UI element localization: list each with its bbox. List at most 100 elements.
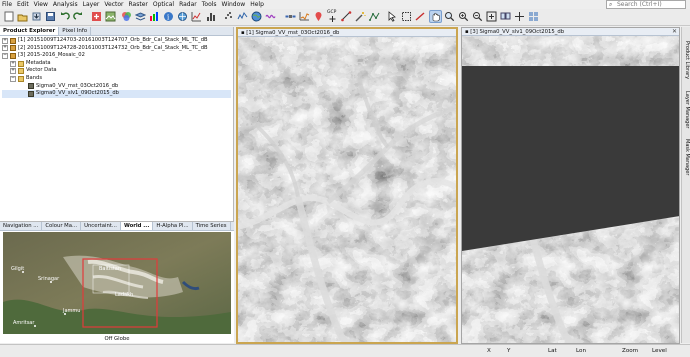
time-series-icon[interactable]: [298, 10, 311, 23]
view-title-label: [1] Sigma0_VV_mst_03Oct2016_db: [246, 30, 340, 36]
zoom-all-icon[interactable]: [485, 10, 498, 23]
menu-analysis[interactable]: Analysis: [53, 1, 78, 8]
map-place-srinagar: Srinagar: [38, 276, 60, 282]
tile-views-icon[interactable]: [527, 10, 540, 23]
collapse-icon[interactable]: −: [10, 75, 16, 82]
expand-icon[interactable]: +: [10, 68, 16, 75]
magic-wand-icon[interactable]: [354, 10, 367, 23]
band-maths-icon[interactable]: [90, 10, 103, 23]
tree-folder-vector-data[interactable]: + Vector Data: [2, 67, 231, 75]
menu-optical[interactable]: Optical: [153, 1, 174, 8]
tree-band-1[interactable]: Sigma0_VV_mst_03Oct2016_db: [2, 83, 231, 91]
menu-window[interactable]: Window: [222, 1, 246, 8]
menu-radar[interactable]: Radar: [179, 1, 197, 8]
product-label: [2] 20151009T124728-20161003T124732_Orb_…: [18, 44, 208, 51]
wavelength-icon[interactable]: [264, 10, 277, 23]
image-view-icon[interactable]: [104, 10, 117, 23]
import-icon[interactable]: [30, 10, 43, 23]
new-product-icon[interactable]: [2, 10, 15, 23]
zoom-in-icon[interactable]: [457, 10, 470, 23]
draw-line-icon[interactable]: [414, 10, 427, 23]
expand-icon[interactable]: +: [2, 45, 8, 52]
globe-icon[interactable]: [250, 10, 263, 23]
vector-layer-icon[interactable]: [368, 10, 381, 23]
menu-file[interactable]: File: [2, 1, 12, 8]
expand-icon[interactable]: +: [2, 37, 8, 44]
tab-h-alpha-plot[interactable]: H-Alpha Pl...: [153, 222, 193, 230]
menu-help[interactable]: Help: [250, 1, 264, 8]
tree-folder-bands[interactable]: − Bands: [2, 75, 231, 83]
status-zoom: Zoom: [622, 348, 639, 354]
folder-icon: [18, 75, 24, 82]
sar-image-master[interactable]: [238, 37, 456, 342]
tab-world-view[interactable]: World ...: [120, 222, 154, 230]
close-view-icon[interactable]: ✕: [672, 28, 677, 36]
tab-colour-manipulation[interactable]: Colour Ma...: [42, 222, 82, 230]
layer-manager-tab[interactable]: Layer Manager: [683, 91, 690, 128]
tab-product-explorer[interactable]: Product Explorer: [0, 27, 60, 35]
globe-status-label: Off Globe: [104, 336, 130, 342]
histogram-icon[interactable]: [204, 10, 217, 23]
zoom-out-icon[interactable]: [471, 10, 484, 23]
menu-view[interactable]: View: [34, 1, 48, 8]
tree-product-3[interactable]: − [3] 2015-2016_Mosaic_02: [2, 52, 231, 60]
world-panel-tabs: Navigation ... Colour Ma... Uncertaint..…: [0, 222, 234, 231]
layer-icon[interactable]: [134, 10, 147, 23]
product-icon: [10, 45, 16, 52]
menu-edit[interactable]: Edit: [17, 1, 29, 8]
product-library-tab[interactable]: Product Library: [683, 41, 690, 79]
undo-icon[interactable]: [58, 10, 71, 23]
tree-folder-metadata[interactable]: + Metadata: [2, 60, 231, 68]
view-title: ▪ [1] Sigma0_VV_mst_03Oct2016_db: [238, 29, 456, 37]
spectrum-icon[interactable]: [148, 10, 161, 23]
tab-time-series[interactable]: Time Series: [193, 222, 231, 230]
pin-manager-icon[interactable]: [312, 10, 325, 23]
image-view-slave[interactable]: ▪ [3] Sigma0_VV_slv1_09Oct2015_db ✕: [461, 27, 680, 344]
image-view-master[interactable]: ▪ [1] Sigma0_VV_mst_03Oct2016_db: [236, 27, 458, 344]
tab-pixel-info[interactable]: Pixel Info: [59, 27, 92, 35]
globe-map[interactable]: Gilgit Srinagar Jammu Baltistan Ladakh A…: [3, 232, 231, 334]
rgb-image-icon[interactable]: [120, 10, 133, 23]
zoom-tool-icon[interactable]: [443, 10, 456, 23]
sync-cursor-icon[interactable]: [513, 10, 526, 23]
menu-layer[interactable]: Layer: [83, 1, 100, 8]
view-title-label: [3] Sigma0_VV_slv1_09Oct2015_db: [470, 29, 565, 35]
range-finder-icon[interactable]: [340, 10, 353, 23]
statistics-icon[interactable]: [190, 10, 203, 23]
information-icon[interactable]: i: [162, 10, 175, 23]
pan-tool-icon[interactable]: [429, 10, 442, 23]
collapse-icon[interactable]: −: [2, 52, 8, 59]
scatter-plot-icon[interactable]: [222, 10, 235, 23]
status-lon: Lon: [576, 348, 586, 354]
range-select-icon[interactable]: [400, 10, 413, 23]
sync-views-icon[interactable]: [499, 10, 512, 23]
profile-plot-icon[interactable]: [236, 10, 249, 23]
tab-uncertainty[interactable]: Uncertaint...: [81, 222, 121, 230]
view-title: ▪ [3] Sigma0_VV_slv1_09Oct2015_db ✕: [462, 28, 679, 36]
menu-raster[interactable]: Raster: [129, 1, 148, 8]
tree-product-2[interactable]: + [2] 20151009T124728-20161003T124732_Orb…: [2, 45, 231, 53]
gcp-manager-icon[interactable]: GCP: [326, 10, 339, 23]
open-product-icon[interactable]: [16, 10, 29, 23]
select-tool-icon[interactable]: [386, 10, 399, 23]
tree-product-1[interactable]: + [1] 20151009T124703-20161003T124707_Orb…: [2, 37, 231, 45]
satellite-icon[interactable]: [284, 10, 297, 23]
menu-vector[interactable]: Vector: [104, 1, 123, 8]
save-icon[interactable]: [44, 10, 57, 23]
map-place-jammu: Jammu: [62, 308, 80, 314]
redo-icon[interactable]: [72, 10, 85, 23]
tree-band-2[interactable]: Sigma0_VV_slv1_09Oct2015_db: [2, 90, 231, 98]
folder-icon: [18, 60, 24, 67]
mask-manager-tab[interactable]: Mask Manager: [683, 139, 690, 175]
geo-coding-icon[interactable]: [176, 10, 189, 23]
search-placeholder: Search (Ctrl+I): [617, 1, 662, 8]
status-x: X: [487, 348, 491, 354]
map-place-gilgit: Gilgit: [11, 266, 24, 272]
status-level: Level: [652, 348, 667, 354]
map-place-ladakh: Ladakh: [115, 292, 133, 298]
search-input[interactable]: ⌕ Search (Ctrl+I): [606, 0, 686, 9]
tab-navigation[interactable]: Navigation ...: [0, 222, 43, 230]
sar-image-slave[interactable]: [462, 36, 679, 343]
expand-icon[interactable]: +: [10, 60, 16, 67]
menu-tools[interactable]: Tools: [202, 1, 217, 8]
